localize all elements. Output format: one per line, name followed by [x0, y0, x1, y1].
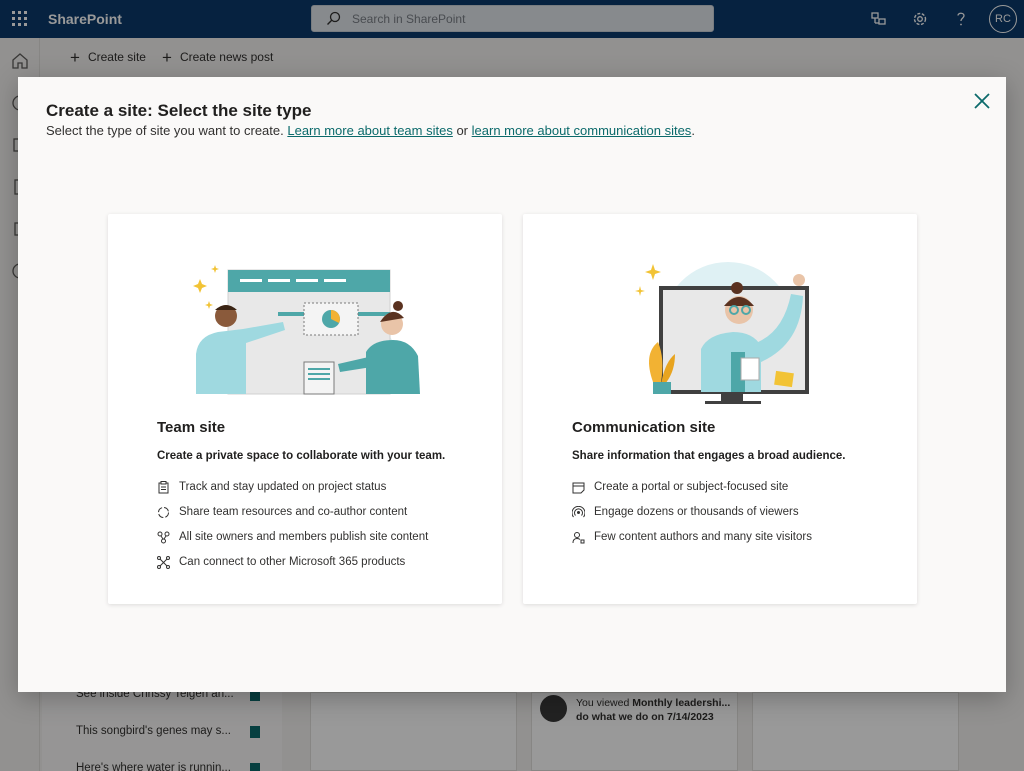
create-site-dialog: Create a site: Select the site type Sele… [18, 77, 1006, 692]
team-site-illustration [193, 265, 420, 395]
broadcast-icon [572, 506, 585, 518]
communication-site-card[interactable]: Communication site Share information tha… [523, 214, 917, 604]
portal-icon [572, 482, 585, 494]
feature-text: Share team resources and co-author conte… [179, 506, 408, 518]
subtitle-text: Select the type of site you want to crea… [46, 123, 288, 138]
feature-text: Create a portal or subject-focused site [594, 481, 789, 493]
card-title: Communication site [572, 419, 716, 436]
dialog-title: Create a site: Select the site type [46, 101, 312, 120]
subtitle-or: or [452, 123, 472, 138]
sync-icon [158, 507, 169, 518]
feature-text: Track and stay updated on project status [179, 481, 387, 493]
card-description: Share information that engages a broad a… [572, 450, 846, 462]
feature-text: Can connect to other Microsoft 365 produ… [179, 556, 406, 568]
card-title: Team site [157, 419, 226, 436]
communication-sites-link[interactable]: learn more about communication sites [472, 123, 692, 138]
feature-text: All site owners and members publish site… [179, 531, 429, 543]
close-icon[interactable] [973, 92, 991, 110]
card-description: Create a private space to collaborate wi… [157, 450, 446, 462]
connector-icon [157, 556, 170, 569]
communication-site-illustration [635, 262, 809, 404]
feature-text: Few content authors and many site visito… [594, 531, 812, 543]
people-network-icon [157, 531, 170, 544]
clipboard-icon [158, 481, 169, 494]
team-sites-link[interactable]: Learn more about team sites [287, 123, 452, 138]
team-site-card[interactable]: Team site Create a private space to coll… [108, 214, 502, 604]
feature-text: Engage dozens or thousands of viewers [594, 506, 799, 518]
person-key-icon [572, 532, 585, 544]
dialog-subtitle: Select the type of site you want to crea… [46, 123, 695, 138]
subtitle-end: . [691, 123, 695, 138]
